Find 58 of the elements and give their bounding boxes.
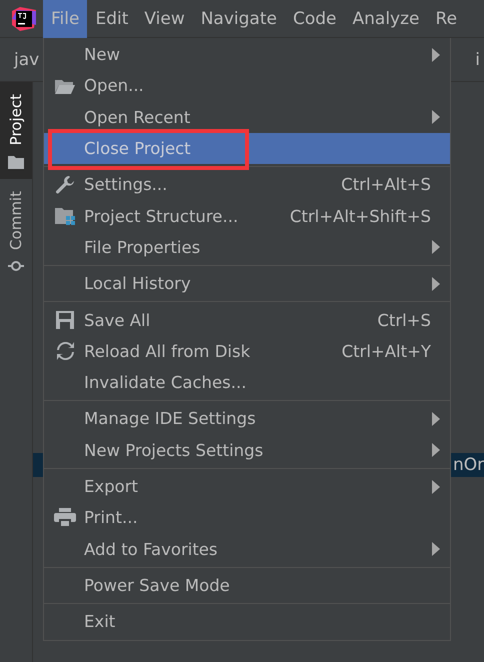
wrench-icon (55, 174, 75, 195)
menu-item[interactable]: Open Recent (44, 102, 450, 133)
menu-bar-item[interactable]: Code (284, 0, 345, 38)
menu-item-label: Exit (84, 612, 116, 632)
shortcut-label: Ctrl+Alt+Shift+S (290, 206, 431, 226)
menu-item-label: Manage IDE Settings (84, 409, 256, 428)
menu-item[interactable]: Export (44, 470, 450, 502)
menu-item-label: Open Recent (84, 108, 190, 127)
menu-item[interactable]: Reload All from Disk Ctrl+Alt+Y (44, 336, 450, 367)
menu-item[interactable]: Close Project (44, 132, 450, 164)
menu-item-label: File Properties (84, 238, 200, 257)
menu-bar-item[interactable]: Analyze (344, 0, 428, 38)
menu-item-label: Project Structure... (84, 206, 238, 226)
menu-item[interactable]: Invalidate Caches... (44, 366, 450, 398)
menu-item[interactable]: Power Save Mode (44, 570, 450, 602)
menu-item[interactable]: Exit (44, 606, 450, 638)
menu-item-label: Reload All from Disk (84, 342, 250, 361)
menu-item-label: Settings... (84, 175, 168, 194)
code-text: nOr (453, 455, 484, 475)
menu-item[interactable]: New Projects Settings (44, 434, 450, 466)
menu-item[interactable]: Add to Favorites (44, 533, 450, 565)
menu-item-label: Close Project (84, 139, 191, 158)
menu-item-label: Add to Favorites (84, 540, 218, 559)
menu-item-label: Open... (84, 76, 144, 96)
menu-item[interactable]: File Properties (44, 232, 450, 264)
folder-icon (8, 155, 24, 170)
menu-item-label: Power Save Mode (84, 576, 230, 595)
menu-bar-item[interactable]: Edit (87, 0, 136, 38)
menu-item-label: Save All (84, 310, 150, 330)
menu-item[interactable]: Local History (44, 268, 450, 300)
menu-bar-item[interactable]: View (136, 0, 193, 38)
shortcut-label: Ctrl+Alt+Y (342, 342, 431, 361)
printer-icon (54, 508, 76, 528)
menu-item-label: Export (84, 477, 138, 496)
menu-item[interactable]: Print... (44, 502, 450, 534)
folder-grid-icon (54, 206, 76, 226)
menu-item-label: Invalidate Caches... (84, 373, 246, 392)
menu-item[interactable]: Save All Ctrl+S (44, 304, 450, 336)
menu-item[interactable]: Manage IDE Settings (44, 403, 450, 435)
menu-item-label: New (84, 45, 120, 64)
menu-bar-item[interactable]: Re (428, 0, 466, 38)
menu-item-label: New Projects Settings (84, 440, 264, 460)
shortcut-label: Ctrl+S (377, 310, 431, 330)
breadcrumb-item[interactable]: jav (14, 50, 40, 70)
commit-icon (8, 260, 24, 272)
app-logo-icon (12, 6, 36, 30)
menu-item-label: Local History (84, 274, 191, 294)
breadcrumb-item[interactable]: i (475, 50, 480, 70)
menu-item[interactable]: New (44, 39, 450, 70)
menu-item[interactable]: Project Structure... Ctrl+Alt+Shift+S (44, 200, 450, 232)
tool-window-tab[interactable]: Commit (0, 179, 32, 282)
reload-icon (56, 342, 74, 360)
menu-item-label: Print... (84, 508, 138, 528)
menu-item[interactable]: Open... (44, 70, 450, 102)
tool-window-tab[interactable]: Project (0, 82, 32, 180)
menu-item[interactable]: Settings... Ctrl+Alt+S (44, 169, 450, 200)
menu-bar-item[interactable]: Navigate (192, 0, 285, 38)
shortcut-label: Ctrl+Alt+S (341, 175, 431, 194)
